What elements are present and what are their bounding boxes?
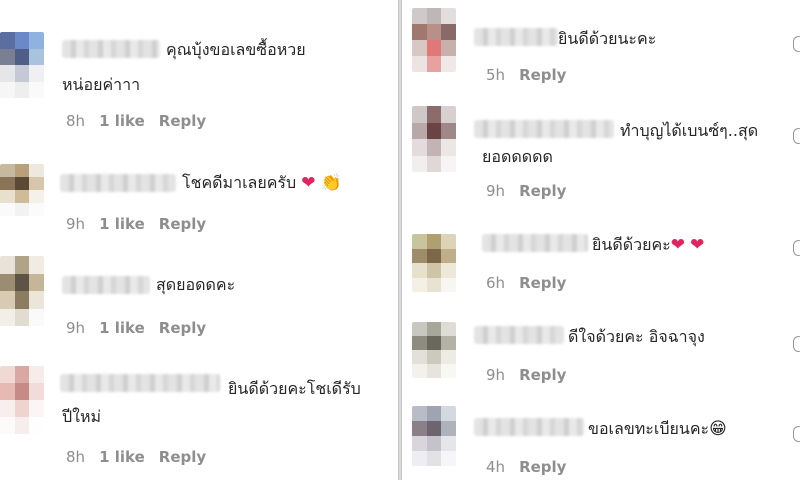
blurred-username[interactable]	[60, 374, 220, 392]
comment-text-content: ยินดีด้วยคะ	[592, 235, 671, 254]
comment-item: ทำบุญได้เบนซ์ๆ..สุด ยอดดดดด 9h Reply	[402, 98, 800, 222]
comment-text: โชคดีมาเลยครับ ❤ 👏	[182, 170, 342, 196]
right-comments-panel: ยินดีด้วยนะคะ 5h Reply ทำบุญได้เบนซ์ๆ..สุ…	[402, 0, 800, 480]
comment-item: สุดยอดดคะ 9h 1 like Reply	[0, 250, 398, 360]
avatar[interactable]	[0, 366, 44, 434]
reply-button[interactable]: Reply	[159, 448, 206, 466]
heart-emoji-icon: ❤	[301, 173, 316, 193]
avatar[interactable]	[0, 164, 44, 216]
comment-text-line2: ยอดดดดด	[482, 147, 553, 166]
comment-meta: 6h Reply	[486, 274, 580, 292]
comment-meta: 9h Reply	[486, 366, 580, 384]
comment-text: ทำบุญได้เบนซ์ๆ..สุด	[620, 121, 759, 140]
avatar[interactable]	[412, 322, 456, 378]
grin-emoji-icon: 😁	[709, 419, 727, 439]
reply-button[interactable]: Reply	[519, 182, 566, 200]
comment-item: ขอเลขทะเบียนคะ😁 4h Reply	[402, 400, 800, 480]
comment-meta: 8h 1 like Reply	[66, 448, 220, 466]
comment-item: คุณบุ้งขอเลขซื้อหวย หน่อยค่าาา 8h 1 like R…	[0, 0, 398, 150]
blurred-username[interactable]	[62, 276, 150, 294]
like-heart-icon[interactable]	[793, 36, 800, 52]
like-heart-icon[interactable]	[793, 426, 800, 442]
comment-text-line2: ปีใหม่	[62, 407, 102, 426]
reply-button[interactable]: Reply	[159, 319, 206, 337]
comment-text: คุณบุ้งขอเลขซื้อหวย	[166, 40, 306, 59]
blurred-username[interactable]	[474, 326, 564, 344]
avatar[interactable]	[412, 234, 456, 292]
comment-text: ยินดีด้วยคะ❤ ❤	[592, 232, 704, 258]
reply-button[interactable]: Reply	[519, 66, 566, 84]
comment-text-content: โชคดีมาเลยครับ	[182, 173, 297, 192]
comment-meta: 8h 1 like Reply	[66, 112, 220, 130]
comment-text: ยินดีด้วยคะโชเดีรับ	[228, 379, 361, 398]
comment-meta: 9h Reply	[486, 182, 580, 200]
comment-time: 8h	[66, 448, 86, 466]
heart-emoji-icon: ❤	[670, 235, 685, 255]
left-comments-panel: คุณบุ้งขอเลขซื้อหวย หน่อยค่าาา 8h 1 like R…	[0, 0, 398, 480]
comment-time: 4h	[486, 458, 506, 476]
comment-time: 9h	[486, 182, 506, 200]
reply-button[interactable]: Reply	[159, 215, 206, 233]
comment-text-line2: หน่อยค่าาา	[62, 75, 141, 94]
comment-item: ยินดีด้วยคะ❤ ❤ 6h Reply	[402, 222, 800, 314]
comment-time: 6h	[486, 274, 506, 292]
blurred-username[interactable]	[62, 40, 160, 58]
reply-button[interactable]: Reply	[519, 458, 566, 476]
comment-text: สุดยอดดคะ	[156, 275, 236, 294]
like-heart-icon[interactable]	[793, 336, 800, 352]
comment-item: ดีใจด้วยคะ อิจฉาจุง 9h Reply	[402, 314, 800, 400]
comment-likes[interactable]: 1 like	[99, 319, 145, 337]
comment-item: ยินดีด้วยนะคะ 5h Reply	[402, 0, 800, 98]
comment-text: ยินดีด้วยนะคะ	[558, 29, 657, 48]
reply-button[interactable]: Reply	[159, 112, 206, 130]
avatar[interactable]	[0, 32, 44, 98]
blurred-username[interactable]	[482, 234, 588, 252]
like-heart-icon[interactable]	[793, 128, 800, 144]
avatar[interactable]	[412, 8, 456, 72]
blurred-username[interactable]	[474, 28, 558, 46]
comment-meta: 5h Reply	[486, 66, 580, 84]
blurred-username[interactable]	[474, 418, 584, 436]
comment-likes[interactable]: 1 like	[99, 112, 145, 130]
comment-meta: 9h 1 like Reply	[66, 215, 220, 233]
comment-text-content: ขอเลขทะเบียนคะ	[588, 419, 710, 438]
avatar[interactable]	[412, 106, 456, 172]
comment-time: 9h	[486, 366, 506, 384]
blurred-username[interactable]	[474, 120, 614, 138]
avatar[interactable]	[0, 256, 44, 326]
blurred-username[interactable]	[60, 174, 176, 192]
comment-meta: 4h Reply	[486, 458, 580, 476]
comment-time: 9h	[66, 215, 86, 233]
comment-item: ยินดีด้วยคะโชเดีรับ ปีใหม่ 8h 1 like Reply	[0, 360, 398, 480]
comment-item: โชคดีมาเลยครับ ❤ 👏 9h 1 like Reply	[0, 150, 398, 250]
comment-likes[interactable]: 1 like	[99, 448, 145, 466]
comment-text: ขอเลขทะเบียนคะ😁	[588, 416, 727, 442]
reply-button[interactable]: Reply	[519, 366, 566, 384]
avatar[interactable]	[412, 406, 456, 466]
clap-emoji-icon: 👏	[320, 173, 342, 193]
comment-time: 9h	[66, 319, 86, 337]
comment-likes[interactable]: 1 like	[99, 215, 145, 233]
comment-time: 5h	[486, 66, 506, 84]
reply-button[interactable]: Reply	[519, 274, 566, 292]
comment-text: ดีใจด้วยคะ อิจฉาจุง	[568, 327, 705, 346]
comment-meta: 9h 1 like Reply	[66, 319, 220, 337]
like-heart-icon[interactable]	[793, 240, 800, 256]
heart-emoji-icon: ❤	[690, 235, 705, 255]
comment-time: 8h	[66, 112, 86, 130]
